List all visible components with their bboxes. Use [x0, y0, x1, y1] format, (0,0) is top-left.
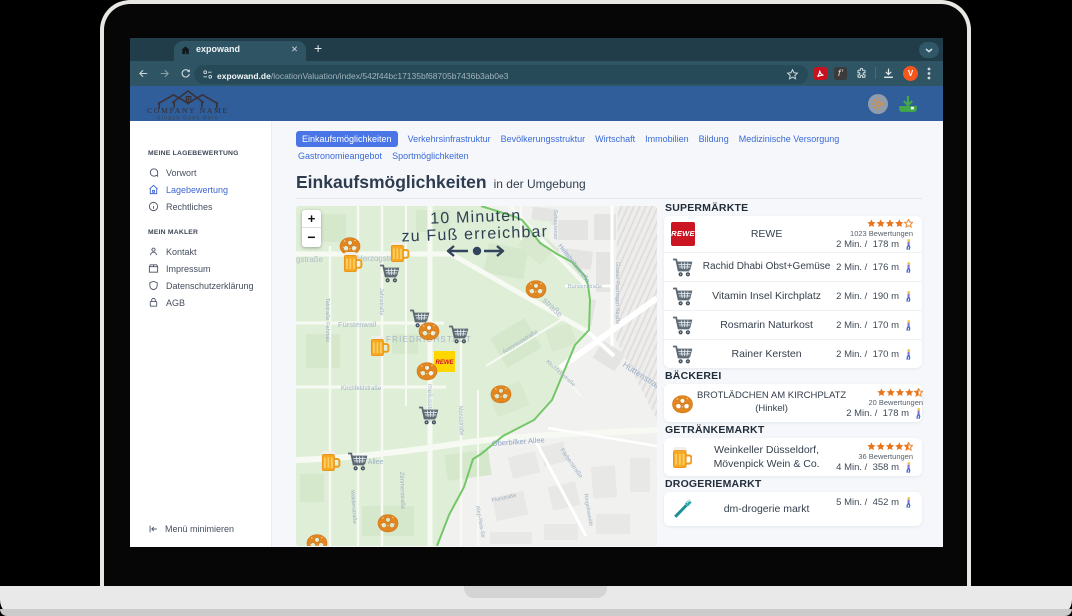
svg-text:Slogan Goes Here: Slogan Goes Here [157, 116, 219, 121]
svg-text:Talstraße Fahrtale: Talstraße Fahrtale [324, 298, 330, 342]
svg-text:Gustav-Poensgen-Straße: Gustav-Poensgen-Straße [614, 262, 620, 324]
svg-text:COMPANY NAME: COMPANY NAME [147, 106, 229, 115]
svg-text:Bunsenstraße: Bunsenstraße [568, 284, 602, 290]
svg-text:Fürstenwall: Fürstenwall [338, 320, 377, 329]
svg-text:Scheurenstr: Scheurenstr [552, 210, 558, 240]
svg-text:Jahnstraße: Jahnstraße [378, 288, 384, 316]
svg-text:REWE: REWE [436, 360, 455, 366]
svg-text:Kirchfeldstraße: Kirchfeldstraße [341, 386, 382, 392]
svg-text:gstraße: gstraße [296, 255, 324, 264]
svg-text:Monastraße: Monastraße [457, 406, 464, 436]
